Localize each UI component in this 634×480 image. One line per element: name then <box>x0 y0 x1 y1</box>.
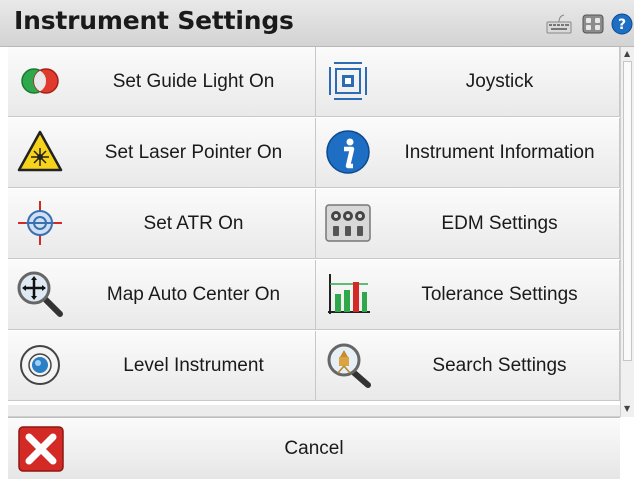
search-settings-button[interactable]: Search Settings <box>316 331 620 401</box>
laser-pointer-label: Set Laser Pointer On <box>104 142 283 163</box>
help-icon[interactable]: ? <box>611 13 633 35</box>
laser-pointer-button[interactable]: Set Laser Pointer On <box>8 118 316 188</box>
svg-text:?: ? <box>618 17 626 33</box>
level-bubble-icon <box>20 345 60 385</box>
atr-label: Set ATR On <box>143 213 244 234</box>
instrument-info-button[interactable]: Instrument Information <box>316 118 620 188</box>
map-auto-center-label: Map Auto Center On <box>106 284 281 305</box>
tolerance-chart-icon <box>328 274 370 314</box>
joystick-button[interactable]: Joystick <box>316 47 620 117</box>
edm-dials-icon <box>325 204 371 242</box>
scroll-thumb[interactable] <box>623 61 632 361</box>
tolerance-settings-button[interactable]: Tolerance Settings <box>316 260 620 330</box>
tolerance-settings-label: Tolerance Settings <box>421 284 578 305</box>
window-title: Instrument Settings <box>14 6 294 35</box>
level-instrument-button[interactable]: Level Instrument <box>8 331 316 401</box>
edm-settings-label: EDM Settings <box>441 213 558 234</box>
cancel-label: Cancel <box>284 438 344 459</box>
title-bar: Instrument Settings ? <box>0 0 634 47</box>
scroll-up-arrow[interactable]: ▲ <box>624 50 630 58</box>
search-settings-label: Search Settings <box>432 355 567 376</box>
controller-icon[interactable] <box>582 14 604 34</box>
edm-settings-button[interactable]: EDM Settings <box>316 189 620 259</box>
map-center-magnifier-icon <box>17 271 63 317</box>
search-prism-icon <box>327 343 371 388</box>
instrument-info-label: Instrument Information <box>404 142 595 163</box>
guide-light-label: Set Guide Light On <box>112 71 275 92</box>
atr-crosshair-icon <box>18 201 62 245</box>
keyboard-icon[interactable] <box>546 14 572 34</box>
level-instrument-label: Level Instrument <box>123 355 264 376</box>
guide-light-icon <box>21 68 59 94</box>
laser-warning-icon <box>17 130 63 172</box>
vertical-scrollbar[interactable]: ▲ ▼ <box>620 47 634 417</box>
cancel-button[interactable]: Cancel <box>8 417 620 479</box>
settings-grid: Set Guide Light On Joystick Set Laser Po… <box>8 47 620 405</box>
map-auto-center-button[interactable]: Map Auto Center On <box>8 260 316 330</box>
guide-light-button[interactable]: Set Guide Light On <box>8 47 316 117</box>
joystick-icon <box>329 62 367 100</box>
joystick-label: Joystick <box>465 71 534 92</box>
scroll-down-arrow[interactable]: ▼ <box>624 405 630 413</box>
partial-row <box>8 405 620 417</box>
info-icon <box>326 130 370 174</box>
atr-button[interactable]: Set ATR On <box>8 189 316 259</box>
